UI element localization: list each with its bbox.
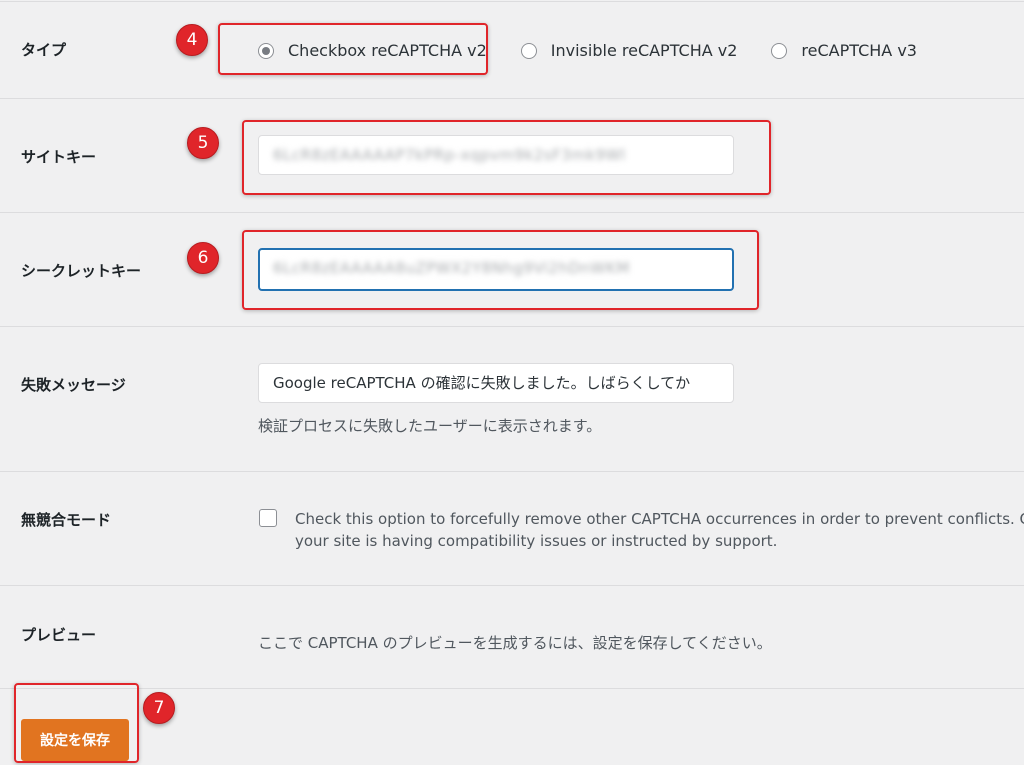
annotation-box-site-key	[242, 120, 771, 195]
preview-label: プレビュー	[21, 626, 97, 644]
row-divider	[0, 1, 1024, 2]
annotation-badge-7: 7	[143, 692, 175, 724]
row-divider	[0, 212, 1024, 213]
row-divider	[0, 326, 1024, 327]
radio-v3[interactable]: reCAPTCHA v3	[771, 41, 917, 60]
fail-message-label: 失敗メッセージ	[21, 376, 126, 394]
radio-label: Invisible reCAPTCHA v2	[550, 41, 738, 60]
no-conflict-label: 無競合モード	[21, 511, 112, 529]
annotation-badge-6: 6	[187, 242, 219, 274]
annotation-box-secret-key	[242, 230, 759, 310]
no-conflict-text-line2: your site is having compatibility issues…	[295, 532, 778, 550]
annotation-box-save	[14, 683, 139, 763]
preview-text: ここで CAPTCHA のプレビューを生成するには、設定を保存してください。	[258, 634, 772, 652]
annotation-badge-5: 5	[187, 127, 219, 159]
row-divider	[0, 585, 1024, 586]
annotation-box-type	[218, 23, 488, 75]
type-label: タイプ	[21, 41, 67, 59]
fail-message-input[interactable]: Google reCAPTCHA の確認に失敗しました。しばらくしてか	[258, 363, 734, 403]
radio-invisible-v2[interactable]: Invisible reCAPTCHA v2	[520, 41, 738, 60]
radio-button[interactable]	[520, 42, 537, 59]
annotation-badge-4: 4	[176, 24, 208, 56]
site-key-label: サイトキー	[21, 148, 97, 166]
secret-key-label: シークレットキー	[21, 262, 142, 280]
no-conflict-checkbox[interactable]	[259, 509, 277, 527]
fail-message-help: 検証プロセスに失敗したユーザーに表示されます。	[258, 417, 602, 435]
radio-label: reCAPTCHA v3	[801, 41, 917, 60]
row-divider	[0, 98, 1024, 99]
no-conflict-text-line1: Check this option to forcefully remove o…	[295, 510, 1024, 528]
no-conflict-description: Check this option to forcefully remove o…	[295, 508, 1024, 552]
radio-button[interactable]	[771, 42, 788, 59]
row-divider	[0, 471, 1024, 472]
row-divider	[0, 688, 1024, 689]
